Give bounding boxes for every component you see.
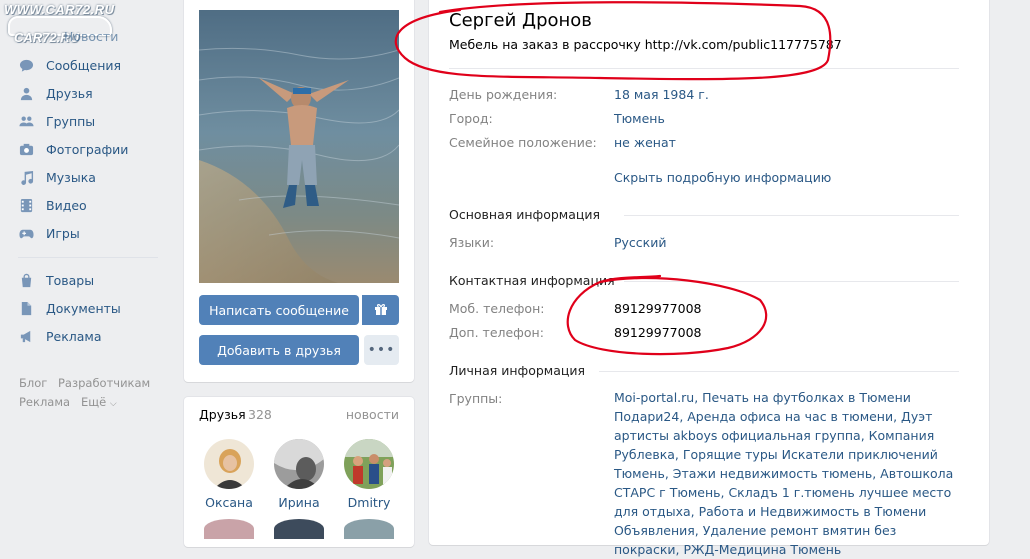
- sidebar-item-photos[interactable]: Фотографии: [18, 139, 128, 159]
- footer-more-label: Ещё: [81, 395, 107, 409]
- watermark-line1: WWW.CAR72.RU: [4, 2, 115, 17]
- sidebar-item-label: Реклама: [46, 328, 102, 344]
- footer-developers-link[interactable]: Разработчикам: [58, 376, 150, 390]
- messages-icon: [18, 57, 34, 73]
- contact-info-heading: Контактная информация: [449, 273, 615, 288]
- music-icon: [18, 169, 34, 185]
- languages-value[interactable]: Русский: [614, 235, 666, 250]
- sidebar-item-documents[interactable]: Документы: [18, 298, 121, 318]
- sidebar-item-label: Товары: [46, 272, 95, 288]
- add-friend-button[interactable]: Добавить в друзья: [199, 335, 359, 365]
- friends-block: Друзья 328 новости Оксана Ирина Dmitry: [184, 397, 414, 547]
- video-icon: [18, 197, 34, 213]
- sidebar-item-news[interactable]: Новости: [64, 26, 118, 46]
- sidebar-divider: [18, 257, 158, 258]
- friend-item[interactable]: Dmitry: [339, 439, 399, 510]
- sidebar-item-label: Игры: [46, 225, 80, 241]
- friends-news-link[interactable]: новости: [346, 407, 399, 422]
- profile-photo-image: [199, 10, 399, 283]
- groups-list[interactable]: Moi-portal.ru, Печать на футболках в Тюм…: [614, 388, 964, 559]
- sidebar-item-groups[interactable]: Группы: [18, 111, 95, 131]
- gift-button[interactable]: [362, 295, 399, 325]
- groups-icon: [18, 113, 34, 129]
- sidebar-item-label: Новости: [64, 28, 119, 44]
- profile-photo[interactable]: [199, 10, 399, 283]
- ads-icon: [18, 328, 34, 344]
- gift-icon: [374, 302, 388, 319]
- avatar: [274, 439, 324, 489]
- extra-phone-label: Доп. телефон:: [449, 325, 544, 340]
- friends-count: 328: [248, 407, 272, 422]
- birthday-label: День рождения:: [449, 87, 558, 102]
- friend-avatar-partial[interactable]: [274, 519, 324, 539]
- sidebar-item-label: Документы: [46, 300, 121, 316]
- photos-icon: [18, 141, 34, 157]
- friends-title[interactable]: Друзья: [199, 407, 246, 422]
- footer-ads-link[interactable]: Реклама: [19, 395, 70, 409]
- friend-item[interactable]: Оксана: [199, 439, 259, 510]
- extra-phone-value: 89129977008: [614, 325, 702, 340]
- left-sidebar: WWW.CAR72.RU CAR72.RU Новости Сообщения …: [0, 0, 175, 533]
- city-value[interactable]: Тюмень: [614, 111, 665, 126]
- divider: [449, 68, 959, 69]
- sidebar-item-friends[interactable]: Друзья: [18, 83, 93, 103]
- sidebar-item-ads[interactable]: Реклама: [18, 326, 102, 346]
- profile-name: Сергей Дронов: [449, 10, 592, 31]
- languages-label: Языки:: [449, 235, 495, 250]
- footer-blog-link[interactable]: Блог: [19, 376, 47, 390]
- personal-info-heading: Личная информация: [449, 363, 586, 378]
- groups-label: Группы:: [449, 391, 503, 406]
- documents-icon: [18, 300, 34, 316]
- sidebar-item-music[interactable]: Музыка: [18, 167, 96, 187]
- avatar: [344, 439, 394, 489]
- hide-details-link[interactable]: Скрыть подробную информацию: [614, 170, 831, 185]
- sidebar-item-label: Друзья: [46, 85, 93, 101]
- friend-avatar-partial[interactable]: [344, 519, 394, 539]
- sidebar-item-messages[interactable]: Сообщения: [18, 55, 121, 75]
- write-message-button[interactable]: Написать сообщение: [199, 295, 359, 325]
- friends-icon: [18, 85, 34, 101]
- sidebar-item-video[interactable]: Видео: [18, 195, 87, 215]
- friend-name: Оксана: [205, 495, 253, 510]
- main-info-heading: Основная информация: [449, 207, 601, 222]
- friend-name: Ирина: [278, 495, 320, 510]
- birthday-value[interactable]: 18 мая 1984 г.: [614, 87, 709, 102]
- profile-info-card: Сергей Дронов Мебель на заказ в рассрочк…: [429, 0, 989, 557]
- more-actions-button[interactable]: •••: [364, 335, 399, 365]
- sidebar-item-label: Музыка: [46, 169, 96, 185]
- sidebar-item-label: Фотографии: [46, 141, 129, 157]
- avatar: [204, 439, 254, 489]
- divider: [624, 281, 959, 282]
- friend-avatar-partial[interactable]: [204, 519, 254, 539]
- sidebar-item-label: Группы: [46, 113, 96, 129]
- friend-name: Dmitry: [347, 495, 391, 510]
- mobile-phone-value: 89129977008: [614, 301, 702, 316]
- mobile-phone-label: Моб. телефон:: [449, 301, 545, 316]
- friend-item[interactable]: Ирина: [269, 439, 329, 510]
- sidebar-item-games[interactable]: Игры: [18, 223, 80, 243]
- divider: [624, 215, 959, 216]
- goods-icon: [18, 272, 34, 288]
- city-label: Город:: [449, 111, 493, 126]
- more-dots-icon: •••: [367, 342, 396, 358]
- sidebar-item-label: Сообщения: [46, 57, 122, 73]
- chevron-down-icon: ⌵: [109, 399, 117, 409]
- family-label: Семейное положение:: [449, 135, 597, 150]
- sidebar-item-goods[interactable]: Товары: [18, 270, 94, 290]
- sidebar-item-label: Видео: [46, 197, 87, 213]
- profile-status[interactable]: Мебель на заказ в рассрочку http://vk.co…: [449, 37, 842, 52]
- footer-more-link[interactable]: Ещё ⌵: [81, 395, 117, 409]
- divider: [599, 371, 959, 372]
- profile-photo-card: Написать сообщение Добавить в друзья •••: [184, 0, 414, 382]
- family-value[interactable]: не женат: [614, 135, 676, 150]
- games-icon: [18, 225, 34, 241]
